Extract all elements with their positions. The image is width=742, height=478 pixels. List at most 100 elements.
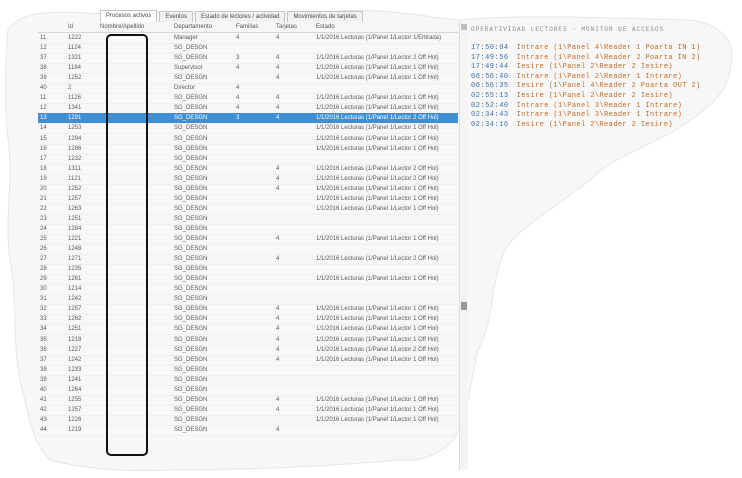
col-header-id[interactable]: Id [68, 22, 96, 32]
row-number: 41 [40, 396, 47, 403]
tab-strip: Procesos activos Eventos Estado de lecto… [100, 10, 363, 22]
scrollbar-thumb[interactable] [461, 302, 467, 310]
row-department: SG_DESGN [174, 296, 208, 303]
col-header-cards[interactable]: Tarjetas [276, 22, 297, 32]
row-department: SG_DESGN [174, 346, 208, 353]
row-status: 1/1/2016 Lecturas (1/Panel 1/Lector 2 Of… [316, 115, 439, 122]
row-number: 31 [40, 296, 47, 303]
row-id: 1227 [68, 346, 82, 353]
row-number: 16 [40, 145, 47, 152]
row-status: 1/1/2016 Lecturas (1/Panel 1/Lector 1 Of… [316, 125, 439, 132]
row-number: 40 [40, 85, 47, 92]
row-department: SG_DESGN [174, 276, 208, 283]
row-cards: 4 [276, 175, 280, 182]
row-department: SG_DESGN [174, 236, 208, 242]
row-department: SG_DESGN [174, 336, 208, 343]
row-department: SG_DESGN [174, 246, 208, 253]
log-message: Intrare (1\Panel 3\Reader 1 Intrare) [516, 101, 683, 110]
row-status: 1/1/2016 Lecturas (1/Panel 1/Lector 1 Of… [316, 416, 439, 423]
table-row[interactable]: 44 1219 SG_DESGN 4 [38, 425, 458, 436]
row-department: SG_DESGN [174, 266, 208, 273]
row-status: 1/1/2016 Lecturas (1/Panel 1/Lector 1 Of… [316, 356, 439, 363]
row-status: 1/1/2016 Lecturas (1/Panel 1/Lector 1 Of… [316, 396, 439, 403]
row-id: 1257 [68, 406, 82, 413]
row-status: 1/1/2016 Lecturas (1/Panel 1/Lector 1 Of… [316, 326, 439, 333]
row-number: 17 [40, 155, 47, 162]
row-families: 4 [236, 105, 240, 112]
col-header-name[interactable]: Nombre/Apellido [100, 22, 172, 32]
row-number: 11 [40, 35, 47, 41]
row-id: 1214 [68, 286, 82, 293]
log-line: 17:49:44 Iesire (1\Panel 2\Reader 2 Iesir… [471, 63, 731, 73]
log-message: Iesire (1\Panel 2\Reader 2 Iesire) [516, 120, 674, 129]
row-number: 25 [40, 236, 47, 242]
row-number: 27 [40, 256, 47, 263]
row-department: SG_DESGN [174, 145, 208, 152]
col-header-status[interactable]: Estado [316, 22, 335, 32]
row-number: 43 [40, 416, 47, 423]
row-number: 23 [40, 215, 47, 222]
row-id: 1241 [68, 376, 82, 383]
row-number: 22 [40, 205, 47, 212]
row-cards: 4 [276, 65, 280, 72]
row-id: 1124 [68, 45, 81, 52]
log-time: 02:34:16 [471, 120, 509, 129]
row-cards: 4 [276, 115, 280, 122]
row-status: 1/1/2016 Lecturas (1/Panel 1/Lector 1 Of… [316, 75, 439, 82]
log-line: 02:34:43 Intrare (1\Panel 3\Reader 1 Intr… [471, 111, 731, 121]
log-time: 06:56:35 [471, 82, 509, 91]
row-status: 1/1/2016 Lecturas (1/Panel 1/Lector 1 Of… [316, 145, 439, 152]
row-id: 1294 [68, 135, 82, 142]
row-id: 1126 [68, 95, 81, 102]
event-log-lines: 17:50:04 Intrare (1\Panel 4\Reader 1 Poar… [471, 44, 731, 130]
scroll-up-icon[interactable] [461, 24, 467, 30]
row-id: 1286 [68, 145, 82, 152]
col-header-department[interactable]: Departamento [174, 22, 212, 32]
name-column-highlight [106, 34, 148, 456]
row-id: 1311 [68, 165, 81, 172]
row-number: 39 [40, 75, 47, 82]
row-cards: 4 [276, 75, 280, 82]
row-department: SG_DESGN [174, 155, 208, 162]
tab-procesos-activos[interactable]: Procesos activos [100, 10, 158, 22]
row-status: 1/1/2016 Lecturas (1/Panel 1/Lector 1 Of… [316, 316, 439, 323]
row-status: 1/1/2016 Lecturas (1/Panel 1/Lector 2 Of… [316, 175, 439, 182]
row-cards: 4 [276, 105, 280, 112]
row-id: 1235 [68, 266, 82, 273]
row-cards: 4 [276, 306, 280, 313]
row-department: Supervisor [174, 65, 203, 72]
row-department: SG_DESGN [174, 105, 208, 112]
row-department: SG_DESGN [174, 306, 208, 313]
row-number: 34 [40, 326, 47, 333]
row-status: 1/1/2016 Lecturas (1/Panel 1/Lector 1 Of… [316, 195, 439, 202]
row-families: 4 [236, 65, 240, 72]
log-line: 06:56:40 Intrare (1\Panel 2\Reader 1 Intr… [471, 73, 731, 83]
log-time: 02:34:43 [471, 111, 509, 120]
row-id: 1252 [68, 185, 82, 192]
row-cards: 4 [276, 336, 280, 343]
grid-vertical-scrollbar[interactable] [459, 22, 468, 470]
row-cards: 4 [276, 256, 280, 263]
row-id: 1284 [68, 225, 82, 232]
row-status: 1/1/2016 Lecturas (1/Panel 1/Lector 2 Of… [316, 165, 439, 172]
tab-eventos[interactable]: Eventos [159, 11, 194, 22]
log-line: 02:55:13 Iesire (1\Panel 2\Reader 2 Iesir… [471, 92, 731, 102]
tab-estado-lectores[interactable]: Estado de lectores / actividad [195, 11, 286, 22]
row-cards: 4 [276, 356, 280, 363]
row-id: 1219 [68, 426, 82, 433]
row-number: 39 [40, 376, 47, 383]
row-number: 12 [40, 105, 47, 112]
row-id: 1233 [68, 366, 82, 373]
row-number: 21 [40, 195, 47, 202]
row-number: 44 [40, 426, 47, 433]
row-department: SG_DESGN [174, 225, 208, 232]
tab-movimientos-tarjetas[interactable]: Movimientos de tarjetas [287, 11, 363, 22]
log-line: 17:49:56 Intrare (1\Panel 4\Reader 2 Poar… [471, 54, 731, 64]
row-department: SG_DESGN [174, 125, 208, 132]
row-families: 4 [236, 85, 240, 92]
log-message: Intrare (1\Panel 2\Reader 1 Intrare) [516, 72, 683, 81]
row-department: SG_DESGN [174, 205, 208, 212]
row-id: 1218 [68, 336, 82, 343]
row-id: 1121 [68, 175, 81, 182]
col-header-families[interactable]: Familias [236, 22, 258, 32]
